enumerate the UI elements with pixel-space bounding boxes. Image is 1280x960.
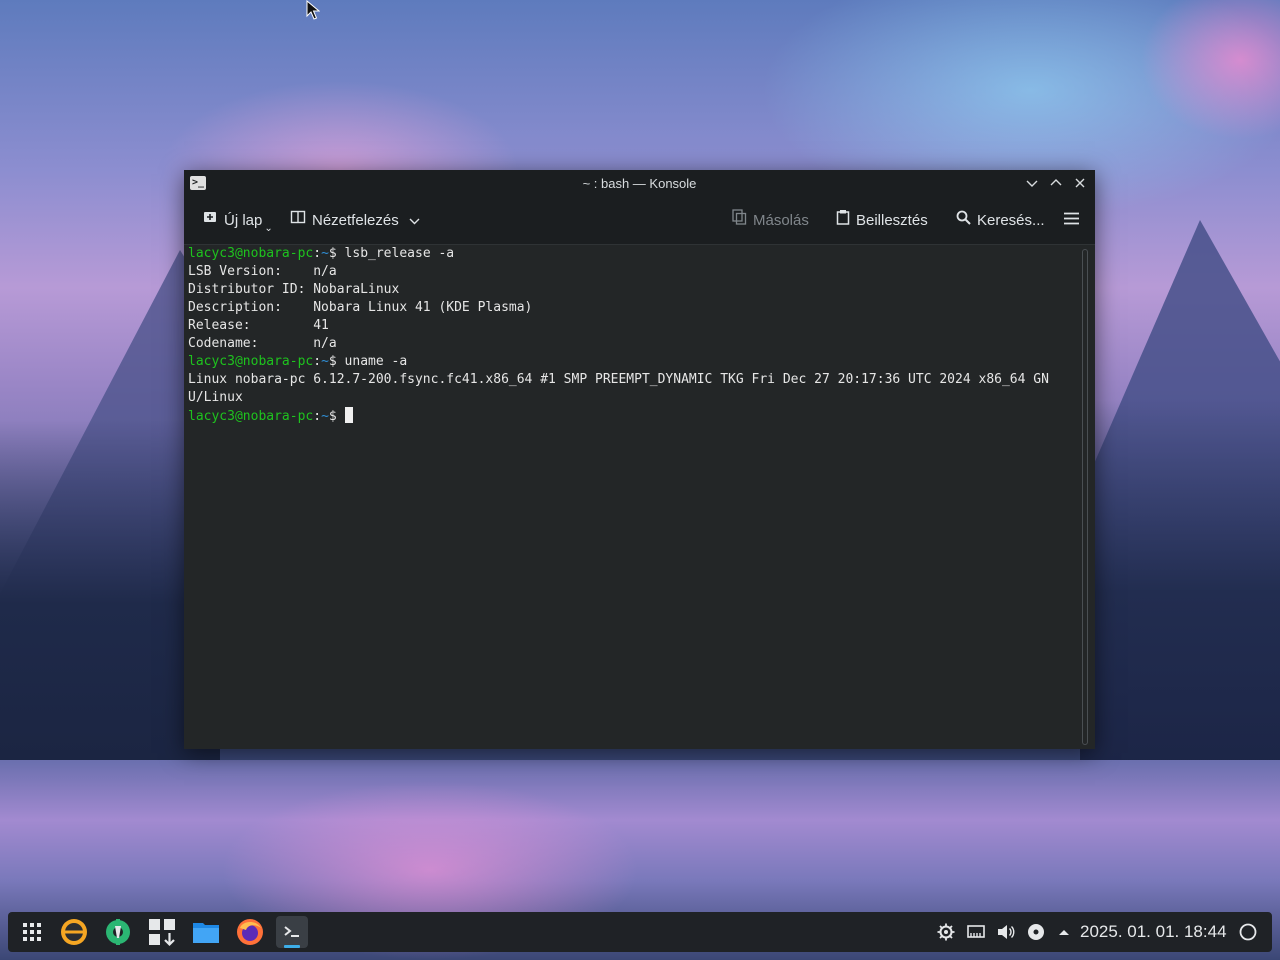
prompt-path: ~ xyxy=(321,246,329,261)
terminal-cursor xyxy=(344,407,353,423)
terminal-output-line: LSB Version: n/a xyxy=(188,264,337,279)
desktop-wallpaper: >_ ~ : bash — Konsole Új lap ⌄ Nézetfele… xyxy=(0,0,1280,960)
app-launcher-icon[interactable] xyxy=(16,916,48,948)
taskbar: 2025. 01. 01. 18:44 xyxy=(8,912,1272,952)
wallpaper-sky-pink xyxy=(1140,0,1280,140)
copy-label: Másolás xyxy=(753,212,809,229)
prompt-user: lacyc3@nobara-pc xyxy=(188,246,314,261)
mouse-pointer-icon xyxy=(306,0,321,25)
new-tab-button[interactable]: Új lap ⌄ xyxy=(202,198,273,244)
clock[interactable]: 2025. 01. 01. 18:44 xyxy=(1080,912,1227,952)
expand-tray-icon[interactable] xyxy=(1054,912,1074,952)
prompt-colon: : xyxy=(313,409,322,424)
prompt-sign: $ xyxy=(328,409,345,424)
close-button[interactable] xyxy=(1070,174,1090,194)
maximize-button[interactable] xyxy=(1046,174,1066,194)
terminal-output-line: Codename: n/a xyxy=(188,336,337,351)
prompt-user: lacyc3@nobara-pc xyxy=(188,409,314,424)
terminal-output-line: Linux nobara-pc 6.12.7-200.fsync.fc41.x8… xyxy=(188,372,1049,387)
file-manager-icon[interactable] xyxy=(190,916,222,948)
paste-icon xyxy=(836,198,850,244)
scrollbar-track[interactable] xyxy=(1082,249,1088,745)
show-desktop-icon[interactable] xyxy=(1236,912,1260,952)
chevron-up-icon xyxy=(1050,179,1062,186)
terminal-command: uname -a xyxy=(344,354,408,369)
prompt-sign: $ xyxy=(328,246,345,261)
copy-icon xyxy=(732,198,747,244)
hamburger-menu-button[interactable] xyxy=(1064,198,1079,244)
prompt-colon: : xyxy=(313,354,322,369)
terminal-prompt-line: lacyc3@nobara-pc:~$ xyxy=(188,407,1077,425)
prompt-colon: : xyxy=(313,246,322,261)
prompt-sign: $ xyxy=(328,354,345,369)
terminal-output-line: Distributor ID: NobaraLinux xyxy=(188,282,400,297)
terminal-output-line: Description: Nobara Linux 41 (KDE Plasma… xyxy=(188,300,533,315)
chevron-down-icon xyxy=(1026,180,1038,187)
title-bar[interactable]: >_ ~ : bash — Konsole xyxy=(184,170,1095,198)
new-tab-label: Új lap xyxy=(224,212,263,229)
new-tab-icon xyxy=(202,198,218,244)
terminal-output-line: Release: 41 xyxy=(188,318,329,333)
search-icon xyxy=(956,198,971,244)
prompt-user: lacyc3@nobara-pc xyxy=(188,354,314,369)
settings-icon[interactable] xyxy=(934,912,958,952)
media-icon[interactable] xyxy=(1024,912,1048,952)
prompt-path: ~ xyxy=(321,354,329,369)
copy-button[interactable]: Másolás xyxy=(732,198,809,244)
split-view-button[interactable]: Nézetfelezés xyxy=(290,198,420,244)
search-button[interactable]: Keresés... xyxy=(956,198,1045,244)
hamburger-menu-icon xyxy=(1064,212,1079,229)
terminal-command: lsb_release -a xyxy=(344,246,455,261)
close-icon xyxy=(1075,178,1085,188)
firefox-icon[interactable] xyxy=(234,916,266,948)
paste-label: Beillesztés xyxy=(856,212,928,229)
network-icon[interactable] xyxy=(964,912,988,952)
minimize-button[interactable] xyxy=(1022,174,1042,194)
nobara-welcome-icon[interactable] xyxy=(58,916,90,948)
search-label: Keresés... xyxy=(977,212,1045,229)
terminal-prompt-line: lacyc3@nobara-pc:~$ uname -a xyxy=(188,353,1077,371)
chevron-down-icon xyxy=(409,212,420,229)
terminal-scrollbar[interactable] xyxy=(1079,247,1091,747)
new-tab-dropdown-icon[interactable]: ⌄ xyxy=(264,223,272,234)
settings-tool-icon[interactable] xyxy=(102,916,134,948)
konsole-task-button[interactable] xyxy=(276,916,308,948)
terminal-prompt-line: lacyc3@nobara-pc:~$ lsb_release -a xyxy=(188,245,1077,263)
software-center-icon[interactable] xyxy=(146,916,178,948)
terminal-output-line: U/Linux xyxy=(188,390,243,405)
prompt-path: ~ xyxy=(321,409,329,424)
konsole-icon xyxy=(284,926,299,937)
volume-icon[interactable] xyxy=(994,912,1018,952)
split-view-icon xyxy=(290,198,306,244)
konsole-window[interactable]: >_ ~ : bash — Konsole Új lap ⌄ Nézetfele… xyxy=(184,170,1095,749)
window-title: ~ : bash — Konsole xyxy=(582,176,697,191)
split-view-label: Nézetfelezés xyxy=(312,212,399,229)
paste-button[interactable]: Beillesztés xyxy=(836,198,928,244)
terminal-output[interactable]: lacyc3@nobara-pc:~$ lsb_release -a LSB Ve… xyxy=(184,245,1077,749)
toolbar: Új lap ⌄ Nézetfelezés Másolás Beillesztés xyxy=(184,198,1095,245)
